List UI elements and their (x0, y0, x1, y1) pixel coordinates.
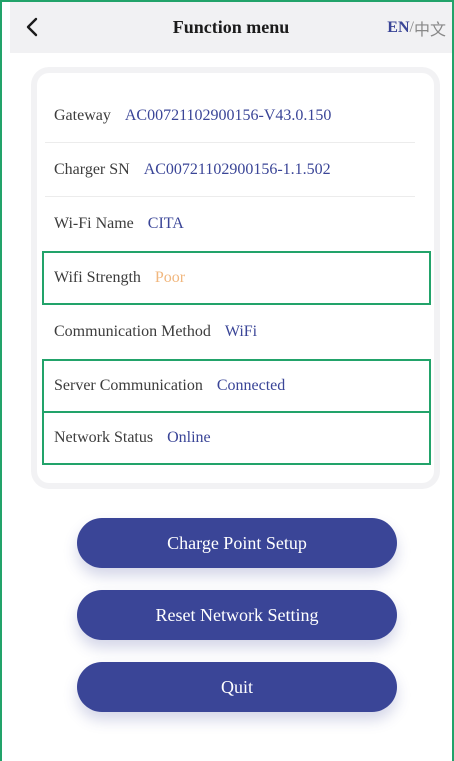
lang-en[interactable]: EN (387, 19, 409, 37)
gateway-value: AC00721102900156-V43.0.150 (124, 107, 332, 124)
network-status-value: Online (167, 429, 211, 446)
wifi-name-value: CITA (147, 215, 184, 232)
gateway-row: Gateway AC00721102900156-V43.0.150 (45, 89, 425, 143)
gateway-label: Gateway (54, 107, 111, 124)
wifi-strength-value: Poor (154, 269, 186, 286)
language-switch[interactable]: EN / 中文 (387, 2, 446, 53)
network-status-row: Network Status Online (42, 411, 431, 465)
quit-button[interactable]: Quit (77, 662, 397, 712)
charger-sn-label: Charger SN (54, 161, 130, 178)
wifi-name-label: Wi-Fi Name (54, 215, 134, 232)
device-info-card: Gateway AC00721102900156-V43.0.150 Charg… (37, 73, 434, 483)
reset-network-setting-button[interactable]: Reset Network Setting (77, 590, 397, 640)
communication-method-label: Communication Method (54, 323, 211, 340)
wifi-name-row: Wi-Fi Name CITA (45, 197, 425, 251)
communication-method-value: WiFi (224, 323, 258, 340)
charge-point-setup-button[interactable]: Charge Point Setup (77, 518, 397, 568)
server-communication-value: Connected (216, 377, 286, 394)
wifi-strength-label: Wifi Strength (54, 269, 141, 286)
lang-zh[interactable]: 中文 (414, 16, 446, 40)
network-status-label: Network Status (54, 429, 154, 446)
charger-sn-value: AC00721102900156-1.1.502 (143, 161, 331, 178)
wifi-strength-row: Wifi Strength Poor (42, 251, 431, 305)
server-communication-label: Server Communication (54, 377, 203, 394)
communication-method-row: Communication Method WiFi (45, 305, 425, 359)
charger-sn-row: Charger SN AC00721102900156-1.1.502 (45, 143, 425, 197)
page-title: Function menu (172, 17, 290, 37)
top-bar: Function menu EN / 中文 (10, 2, 452, 53)
server-communication-row: Server Communication Connected (42, 359, 431, 413)
